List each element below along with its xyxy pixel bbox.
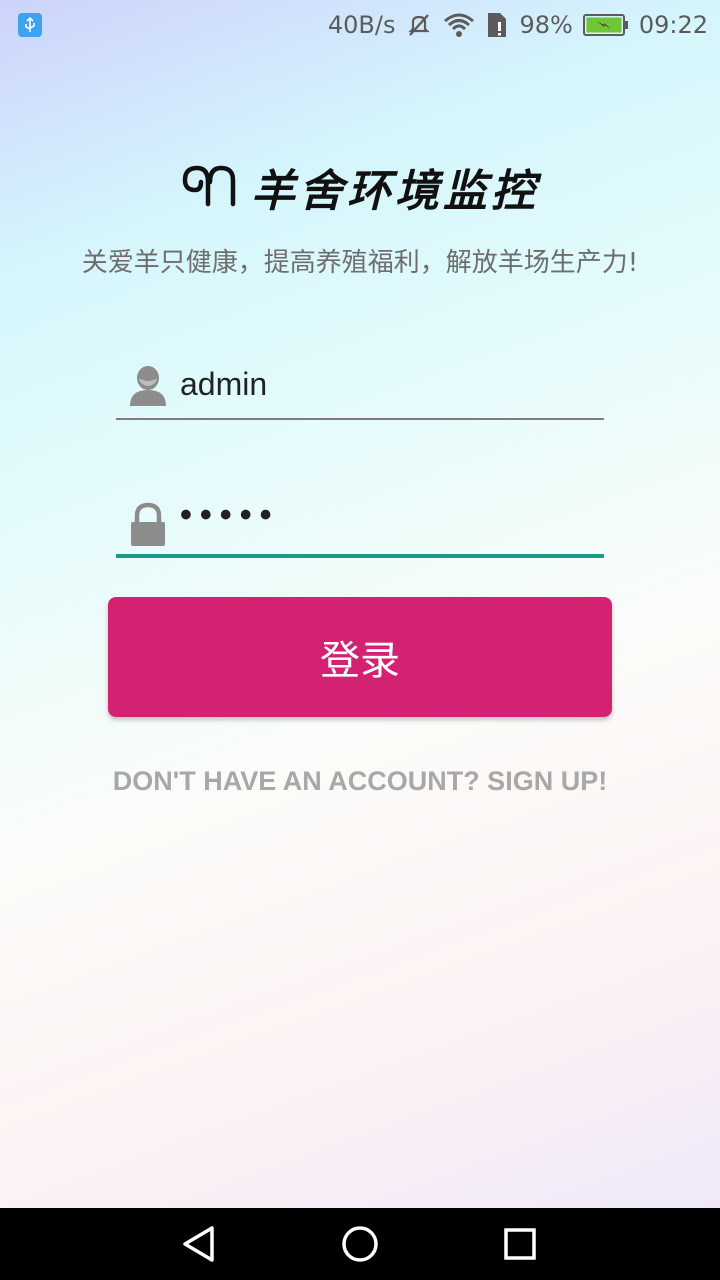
- battery-charging-icon: [582, 13, 629, 37]
- network-speed: 40B/s: [327, 11, 396, 39]
- slogan-text: 关爱羊只健康，提高养殖福利，解放羊场生产力!: [81, 248, 639, 278]
- navigation-bar: [0, 1208, 720, 1280]
- wifi-icon: [443, 11, 475, 39]
- app-title: 羊舍环境监控: [251, 166, 539, 217]
- signup-link[interactable]: DON'T HAVE AN ACCOUNT? SIGN UP!: [0, 766, 720, 797]
- back-icon[interactable]: [178, 1222, 222, 1266]
- clock: 09:22: [638, 11, 708, 39]
- usb-icon: [18, 13, 42, 37]
- status-bar: 40B/s 98% 09:22: [0, 0, 720, 50]
- recent-apps-icon[interactable]: [498, 1222, 542, 1266]
- password-underline: [116, 554, 604, 558]
- battery-percent: 98%: [519, 11, 573, 39]
- login-button[interactable]: 登录: [108, 597, 612, 717]
- password-value: •••••: [180, 496, 280, 534]
- user-icon: [128, 364, 168, 412]
- ram-horns-logo-icon: [181, 162, 237, 212]
- mute-icon: [405, 11, 433, 39]
- lock-icon: [128, 502, 168, 552]
- username-value: admin: [180, 366, 268, 402]
- username-underline: [116, 418, 604, 420]
- app-header: 羊舍环境监控: [0, 152, 720, 222]
- password-field[interactable]: •••••: [116, 488, 604, 558]
- username-field[interactable]: admin: [116, 350, 604, 420]
- home-icon[interactable]: [338, 1222, 382, 1266]
- sim-icon: [485, 11, 509, 39]
